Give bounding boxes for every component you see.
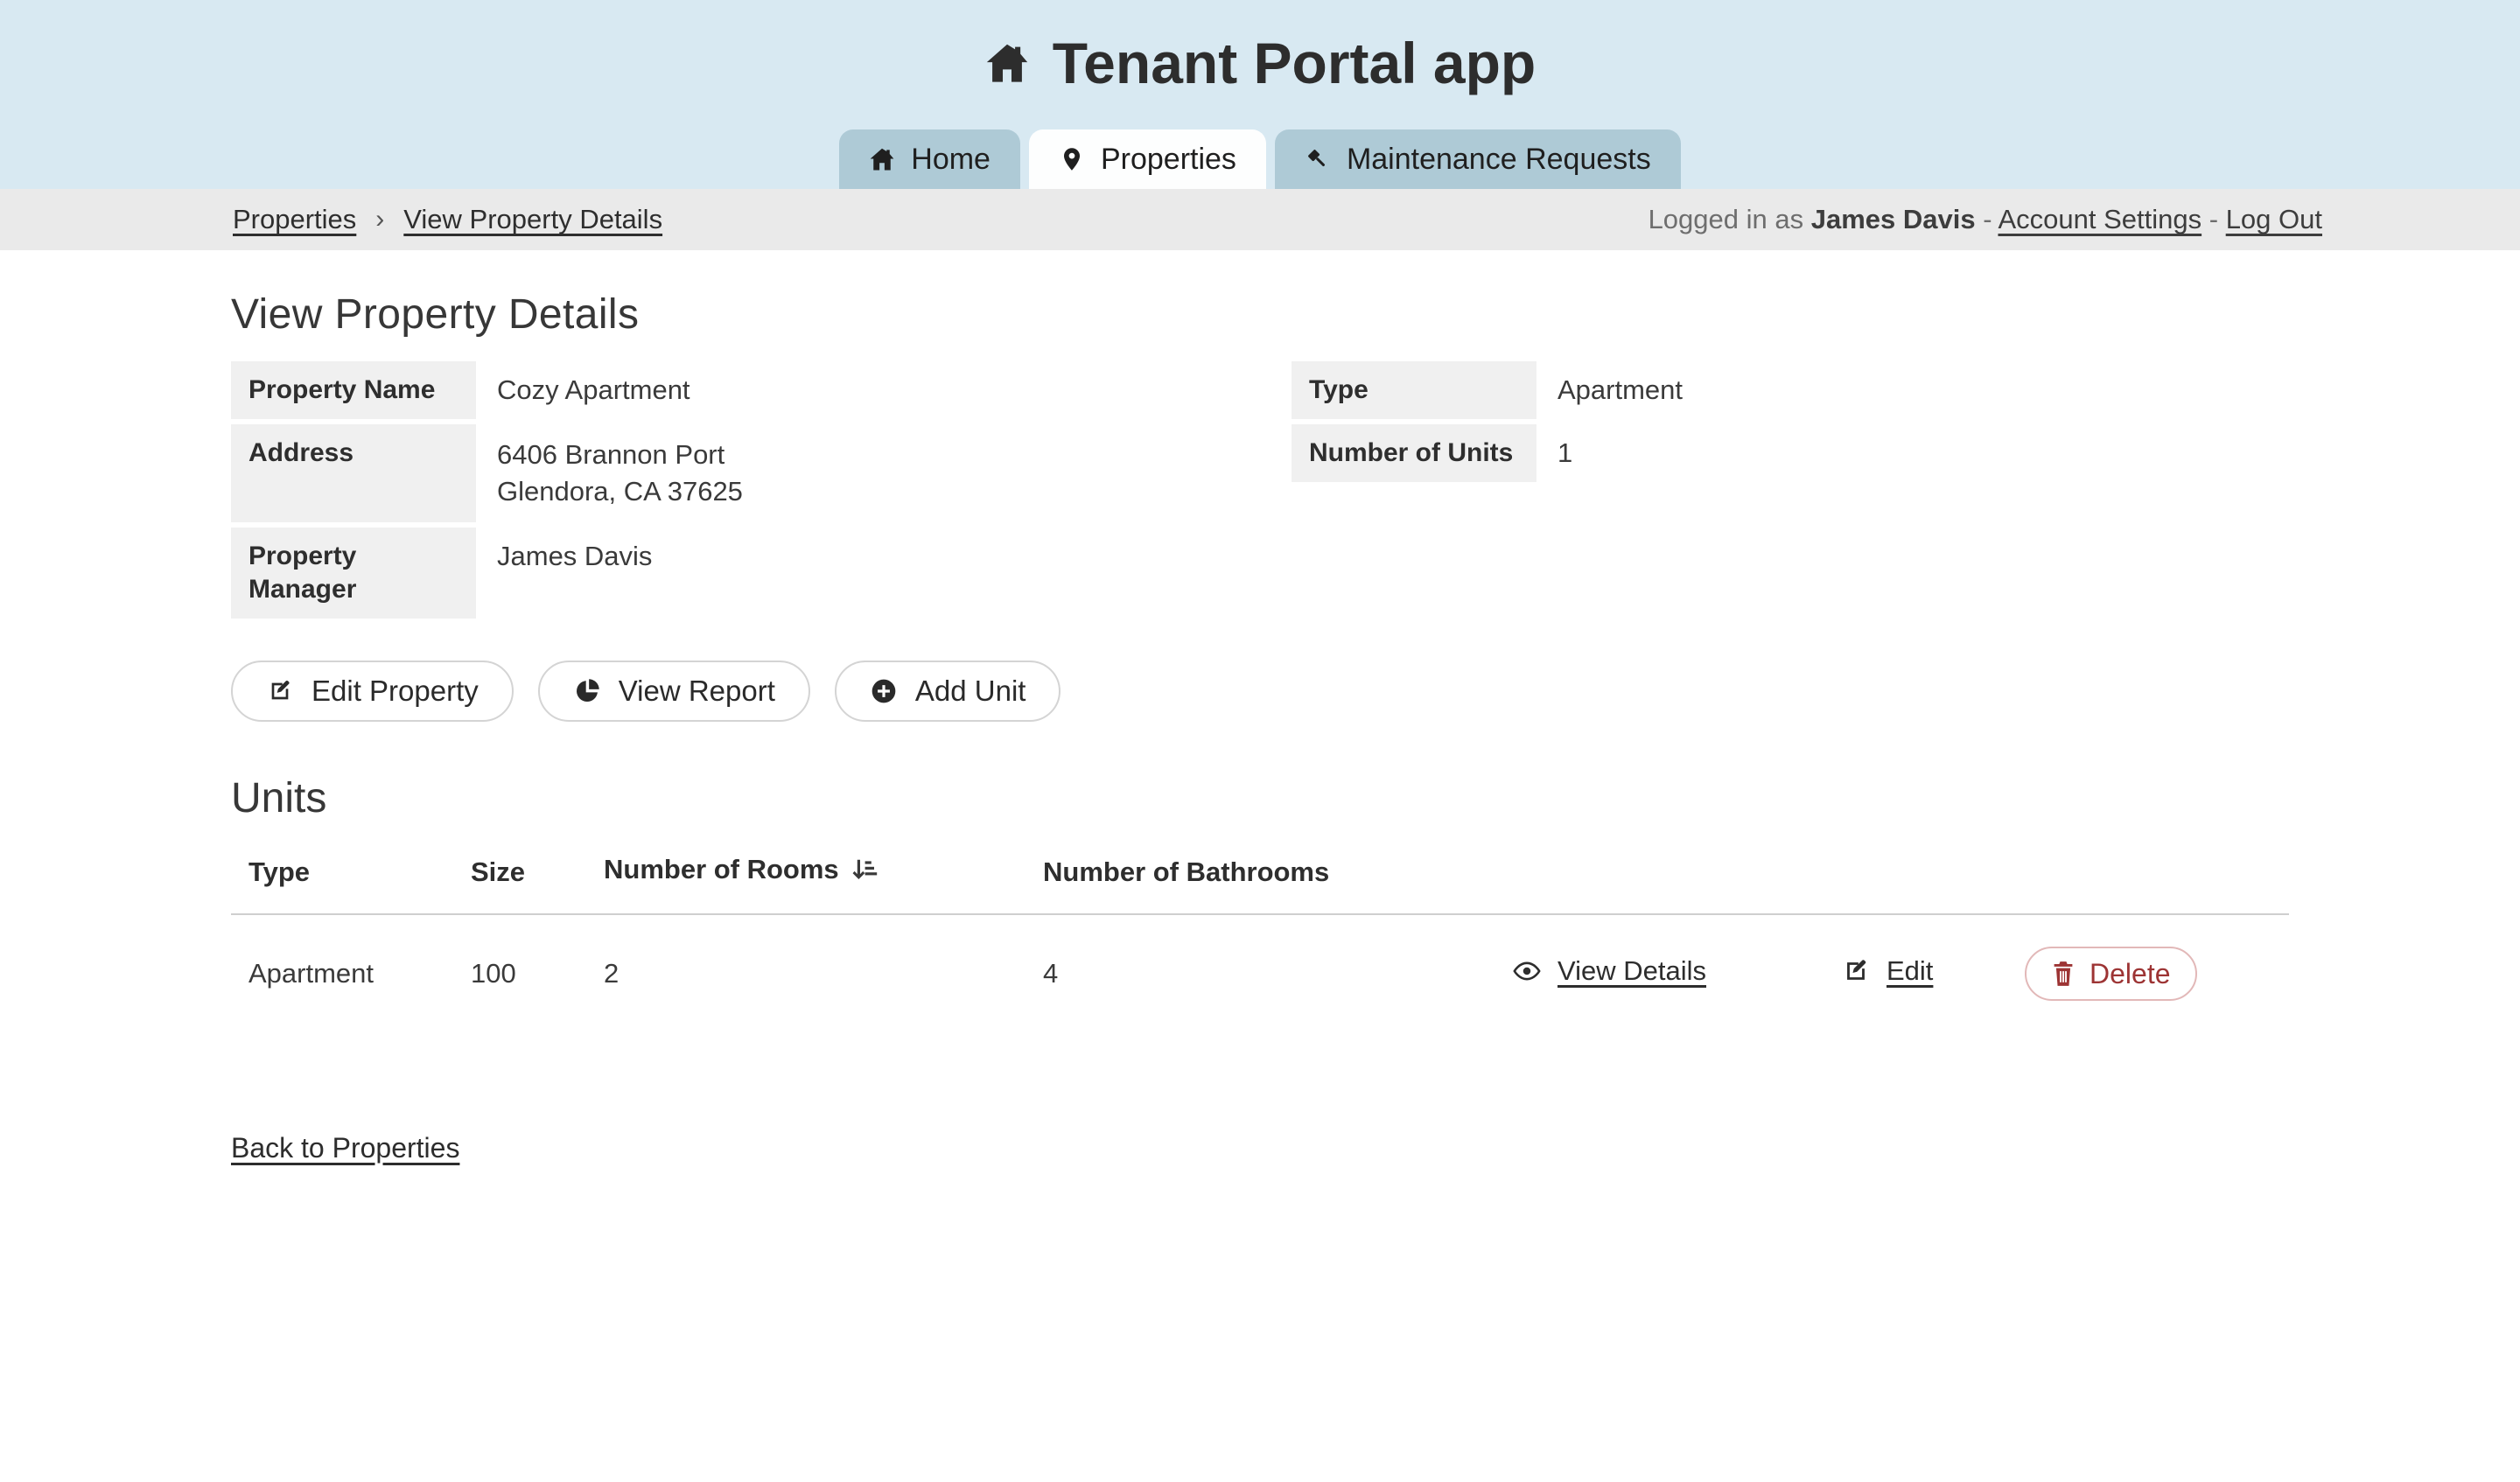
account-settings-link[interactable]: Account Settings — [1998, 204, 2202, 234]
session-dash: - — [1983, 204, 1992, 234]
nav-tabs: Home Properties Maintenance Requests — [0, 129, 2520, 189]
column-header-label: Number of Rooms — [604, 854, 839, 884]
button-label: Add Unit — [915, 675, 1026, 708]
unit-type-cell: Apartment — [231, 914, 471, 1034]
session-prefix: Logged in as — [1648, 204, 1804, 234]
tab-maintenance-requests[interactable]: Maintenance Requests — [1275, 129, 1681, 189]
column-header-actions — [2025, 833, 2289, 914]
column-header-actions — [1512, 833, 1841, 914]
detail-value: Cozy Apartment — [476, 361, 1228, 419]
edit-icon — [1841, 956, 1871, 986]
tab-home[interactable]: Home — [839, 129, 1020, 189]
chevron-right-icon: › — [375, 205, 384, 234]
trash-icon — [2051, 961, 2076, 987]
session-username: James Davis — [1811, 204, 1976, 234]
breadcrumb-link-view-property-details[interactable]: View Property Details — [403, 204, 662, 235]
unit-rooms-cell: 2 — [604, 914, 1043, 1034]
detail-label: Number of Units — [1292, 424, 1536, 482]
app-title-text: Tenant Portal app — [1053, 28, 1536, 98]
link-label: View Details — [1558, 955, 1706, 987]
detail-row-property-name: Property Name Cozy Apartment — [231, 361, 1228, 419]
detail-row-type: Type Apartment — [1292, 361, 2289, 419]
page-title: View Property Details — [231, 290, 2289, 339]
breadcrumb: Properties › View Property Details — [233, 204, 662, 235]
add-unit-button[interactable]: Add Unit — [835, 661, 1061, 722]
units-heading: Units — [231, 774, 2289, 822]
property-actions: Edit Property View Report Add Unit — [231, 661, 2289, 722]
column-header-actions — [1841, 833, 2025, 914]
breadcrumb-link-properties[interactable]: Properties — [233, 204, 356, 235]
units-table: Type Size Number of Rooms Number of Bath… — [231, 833, 2289, 1034]
property-details-left-table: Property Name Cozy Apartment Address 640… — [231, 361, 1228, 624]
sort-descending-icon[interactable] — [850, 856, 878, 891]
edit-property-button[interactable]: Edit Property — [231, 661, 514, 722]
address-line-2: Glendora, CA 37625 — [497, 473, 1208, 510]
tools-icon — [1305, 146, 1331, 172]
unit-table-row: Apartment 100 2 4 View Details — [231, 914, 2289, 1034]
detail-value: 1 — [1536, 424, 2289, 482]
session-info: Logged in as James Davis - Account Setti… — [1648, 204, 2322, 235]
eye-icon — [1512, 956, 1542, 986]
property-details-right-table: Type Apartment Number of Units 1 — [1292, 361, 2289, 487]
main-content: View Property Details Property Name Cozy… — [231, 290, 2289, 1164]
unit-bathrooms-cell: 4 — [1043, 914, 1512, 1034]
detail-label: Property Name — [231, 361, 476, 419]
units-table-header-row: Type Size Number of Rooms Number of Bath… — [231, 833, 2289, 914]
column-header-size: Size — [471, 833, 604, 914]
tab-properties[interactable]: Properties — [1029, 129, 1266, 189]
address-line-1: 6406 Brannon Port — [497, 437, 1208, 473]
delete-unit-button[interactable]: Delete — [2025, 947, 2197, 1001]
pie-chart-icon — [573, 677, 601, 705]
app-header: Tenant Portal app Home Properties Mainte… — [0, 0, 2520, 189]
detail-value: James Davis — [476, 528, 1228, 619]
column-header-number-of-rooms[interactable]: Number of Rooms — [604, 833, 1043, 914]
button-label: Delete — [2090, 957, 2171, 990]
app-title: Tenant Portal app — [0, 28, 2520, 98]
tab-label: Maintenance Requests — [1347, 142, 1651, 177]
column-header-type: Type — [231, 833, 471, 914]
button-label: View Report — [619, 675, 775, 708]
breadcrumb-bar: Properties › View Property Details Logge… — [0, 189, 2520, 250]
plus-circle-icon — [870, 677, 898, 705]
home-icon — [869, 146, 895, 172]
session-dash: - — [2209, 204, 2218, 234]
detail-label: Type — [1292, 361, 1536, 419]
detail-label: Property Manager — [231, 528, 476, 619]
home-icon — [984, 40, 1030, 86]
tab-label: Properties — [1101, 142, 1236, 177]
detail-row-number-of-units: Number of Units 1 — [1292, 424, 2289, 482]
detail-label: Address — [231, 424, 476, 522]
detail-value: Apartment — [1536, 361, 2289, 419]
link-label: Edit — [1886, 955, 1933, 987]
view-report-button[interactable]: View Report — [538, 661, 810, 722]
edit-icon — [266, 677, 294, 705]
edit-unit-link[interactable]: Edit — [1841, 955, 1933, 987]
map-pin-icon — [1059, 146, 1085, 172]
unit-size-cell: 100 — [471, 914, 604, 1034]
detail-row-address: Address 6406 Brannon Port Glendora, CA 3… — [231, 424, 1228, 522]
back-to-properties-link[interactable]: Back to Properties — [231, 1132, 459, 1164]
button-label: Edit Property — [312, 675, 479, 708]
tab-label: Home — [911, 142, 990, 177]
detail-row-property-manager: Property Manager James Davis — [231, 528, 1228, 619]
detail-value: 6406 Brannon Port Glendora, CA 37625 — [476, 424, 1228, 522]
property-details: Property Name Cozy Apartment Address 640… — [231, 361, 2289, 624]
column-header-number-of-bathrooms: Number of Bathrooms — [1043, 833, 1512, 914]
view-details-link[interactable]: View Details — [1512, 955, 1706, 987]
log-out-link[interactable]: Log Out — [2226, 204, 2322, 234]
